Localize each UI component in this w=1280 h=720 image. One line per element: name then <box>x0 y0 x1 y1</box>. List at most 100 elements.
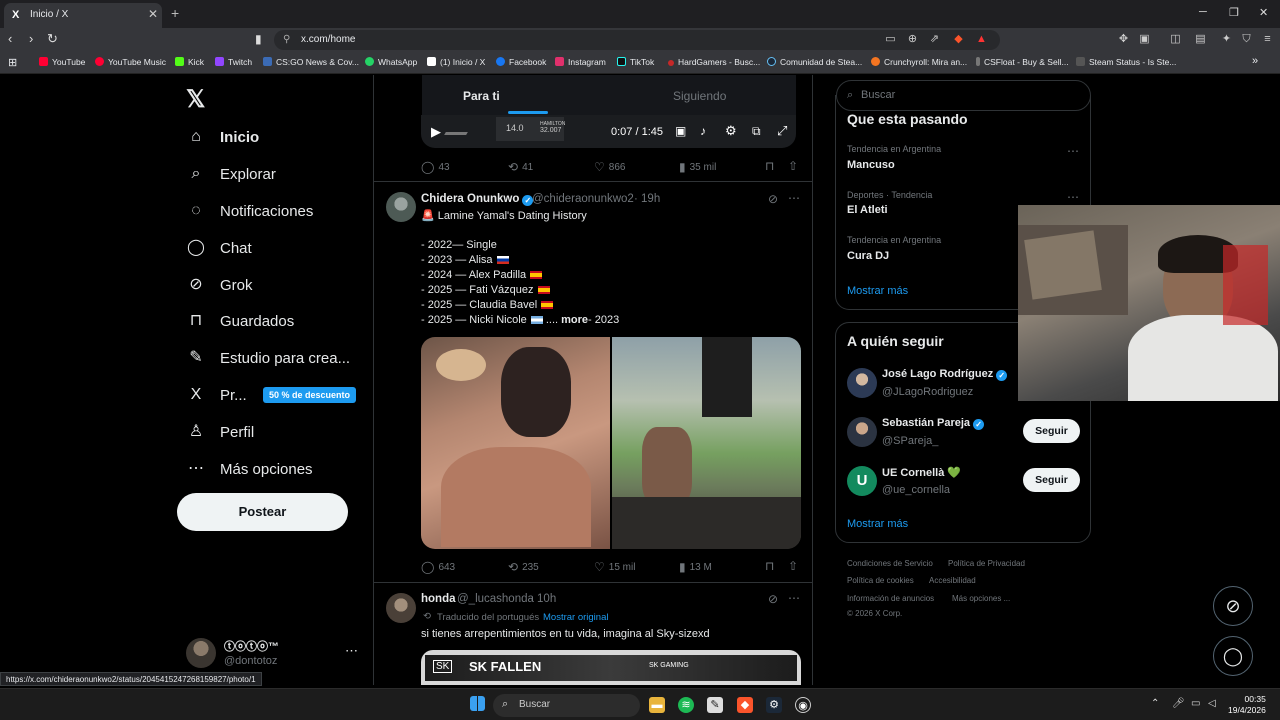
spotify-icon[interactable]: ≋ <box>678 697 694 713</box>
trend-name[interactable]: El Atleti <box>847 204 888 216</box>
menu-icon[interactable]: ≡ <box>1261 33 1274 46</box>
leo-ai-icon[interactable]: ✦ <box>1220 33 1233 46</box>
bookmark-steam-status[interactable]: Steam Status - Is Ste... <box>1076 57 1176 67</box>
tweet-author-name[interactable]: Chidera Onunkwo ✓ <box>421 193 534 206</box>
trend-name[interactable]: Cura DJ <box>847 250 889 262</box>
grok-explain-icon[interactable]: ⊘ <box>768 592 778 606</box>
new-tab-icon[interactable]: + <box>171 5 179 21</box>
avatar[interactable] <box>186 638 216 668</box>
bookmark-csgo-news[interactable]: CS:GO News & Cov... <box>263 57 359 67</box>
show-more-link[interactable]: more <box>561 314 588 326</box>
trend-more-icon[interactable]: ⋯ <box>1067 144 1079 158</box>
tab-siguiendo[interactable]: Siguiendo <box>673 89 726 103</box>
pip-icon[interactable]: ⧉ <box>752 124 761 139</box>
brave-shields-icon[interactable]: ◆ <box>952 33 965 46</box>
grok-explain-icon[interactable]: ⊘ <box>768 192 778 206</box>
sidebar-item-notificaciones[interactable]: ◌ Notificaciones <box>186 196 313 226</box>
system-clock[interactable]: 00:35 19/4/2026 <box>1228 694 1266 716</box>
sidebar-item-guardados[interactable]: ⊓ Guardados <box>186 306 294 336</box>
share-icon[interactable]: ⇧ <box>788 159 798 173</box>
suggested-account-name[interactable]: José Lago Rodríguez ✓ <box>882 368 1008 381</box>
site-info-icon[interactable]: ⚲ <box>283 34 290 45</box>
sidebar-item-perfil[interactable]: ♙ Perfil <box>186 417 254 447</box>
volume-icon[interactable]: ◁ <box>1208 698 1216 709</box>
mute-icon[interactable]: ♪ <box>700 124 706 138</box>
reload-icon[interactable]: ↻ <box>47 32 58 46</box>
premium-discount-badge[interactable]: 50 % de descuento <box>263 387 357 403</box>
extensions-icon[interactable]: ✥ <box>1117 33 1130 46</box>
sidebar-item-inicio[interactable]: ⌂ Inicio <box>186 122 259 152</box>
account-handle[interactable]: @dontotoz <box>224 655 277 667</box>
tweet-timestamp[interactable]: · 10h <box>530 593 556 605</box>
taskbar-search[interactable]: ⌕ Buscar <box>493 694 640 717</box>
file-explorer-icon[interactable]: ▬ <box>649 697 665 713</box>
who-to-follow-show-more-link[interactable]: Mostrar más <box>847 518 908 530</box>
tweet-author-name[interactable]: honda <box>421 593 456 605</box>
views-action[interactable]: ▮ 35 mil <box>679 160 716 174</box>
avatar[interactable] <box>386 192 416 222</box>
tweet-more-icon[interactable]: ⋯ <box>788 191 800 205</box>
suggested-account-handle[interactable]: @ue_cornella <box>882 484 950 496</box>
zoom-icon[interactable]: ⊕ <box>906 33 919 46</box>
tab-para-ti[interactable]: Para ti <box>463 89 500 103</box>
tweet-timestamp[interactable]: · 19h <box>634 193 660 205</box>
bookmark-tiktok[interactable]: TikTok <box>617 57 654 67</box>
sidebar-item-grok[interactable]: ⊘ Grok <box>186 270 252 300</box>
sidebar-item-mas-opciones[interactable]: ⋯ Más opciones <box>186 454 313 484</box>
account-menu-icon[interactable]: ⋯ <box>345 643 358 659</box>
footer-link[interactable]: Política de cookies <box>847 576 914 585</box>
tweet-photo-1[interactable] <box>421 337 610 549</box>
tweet-author-handle[interactable]: @_lucashonda <box>457 593 534 605</box>
share-icon[interactable]: ⇧ <box>788 559 798 573</box>
avatar[interactable] <box>386 593 416 623</box>
bookmark-youtube[interactable]: YouTube <box>39 57 85 67</box>
suggested-account-handle[interactable]: @SPareja_ <box>882 435 938 447</box>
like-action[interactable]: ♡ 866 <box>594 160 625 174</box>
bookmark-twitch[interactable]: Twitch <box>215 57 252 67</box>
account-name[interactable]: ⓣⓞⓣⓞ™ <box>224 638 279 654</box>
sidebar-item-chat[interactable]: ◯ Chat <box>186 233 252 263</box>
bookmark-hardgamers[interactable]: HardGamers - Busc... <box>668 57 760 67</box>
bookmark-icon[interactable]: ⊓ <box>765 159 774 173</box>
scrubber-track[interactable] <box>444 132 468 135</box>
notifications-badge-icon[interactable]: ▤ <box>1194 33 1207 46</box>
sidebar-item-estudio[interactable]: ✎ Estudio para crea... <box>186 343 350 373</box>
tweet-more-icon[interactable]: ⋯ <box>788 591 800 605</box>
sidebar-toggle-icon[interactable]: ◫ <box>1169 33 1182 46</box>
sidebar-item-premium[interactable]: X Pr... <box>186 380 247 410</box>
more-bookmarks-icon[interactable]: » <box>1252 55 1258 67</box>
trends-show-more-link[interactable]: Mostrar más <box>847 285 908 297</box>
bookmark-facebook[interactable]: Facebook <box>496 57 546 67</box>
browser-tab[interactable]: X Inicio / X ✕ <box>4 3 162 28</box>
fullscreen-icon[interactable]: ⤢ <box>777 123 787 139</box>
wallet-icon[interactable]: ▣ <box>1138 33 1151 46</box>
steam-icon[interactable]: ⚙ <box>766 697 782 713</box>
bookmark-icon[interactable]: ⊓ <box>765 559 774 573</box>
footer-link[interactable]: Condiciones de Servicio <box>847 559 933 568</box>
post-button[interactable]: Postear <box>177 493 348 531</box>
brave-rewards-icon[interactable]: ▲ <box>975 33 988 46</box>
obs-icon[interactable]: ◉ <box>795 697 811 713</box>
bookmark-crunchyroll[interactable]: Crunchyroll: Mira an... <box>871 57 967 67</box>
repost-action[interactable]: ⟲ 41 <box>508 160 533 174</box>
x-logo-icon[interactable]: 𝕏 <box>186 85 205 114</box>
bookmark-kick[interactable]: Kick <box>175 57 204 67</box>
minimize-icon[interactable]: ─ <box>1199 6 1207 18</box>
avatar[interactable] <box>847 417 877 447</box>
views-action[interactable]: ▮ 13 M <box>679 560 712 574</box>
tweet-media[interactable]: SK SK FALLEN SK GAMING <box>421 650 801 685</box>
play-icon[interactable]: ▶ <box>431 124 441 140</box>
bookmark-steam-community[interactable]: Comunidad de Stea... <box>767 57 862 67</box>
follow-button[interactable]: Seguir <box>1023 419 1080 443</box>
grok-fab-icon[interactable]: ⊘ <box>1213 586 1253 626</box>
footer-link[interactable]: Accesibilidad <box>929 576 976 585</box>
reply-action[interactable]: ◯ 43 <box>421 160 450 174</box>
suggested-account-name[interactable]: UE Cornellà 💚 <box>882 466 961 479</box>
bookmark-youtube-music[interactable]: YouTube Music <box>95 57 166 67</box>
back-icon[interactable]: ‹ <box>8 32 12 46</box>
cast-icon[interactable]: ▭ <box>884 33 897 46</box>
like-action[interactable]: ♡ 15 mil <box>594 560 635 574</box>
apps-grid-icon[interactable]: ⊞ <box>8 56 17 69</box>
microphone-icon[interactable]: 🎤︎ <box>1172 698 1185 709</box>
suggested-account-handle[interactable]: @JLagoRodriguez <box>882 386 973 398</box>
